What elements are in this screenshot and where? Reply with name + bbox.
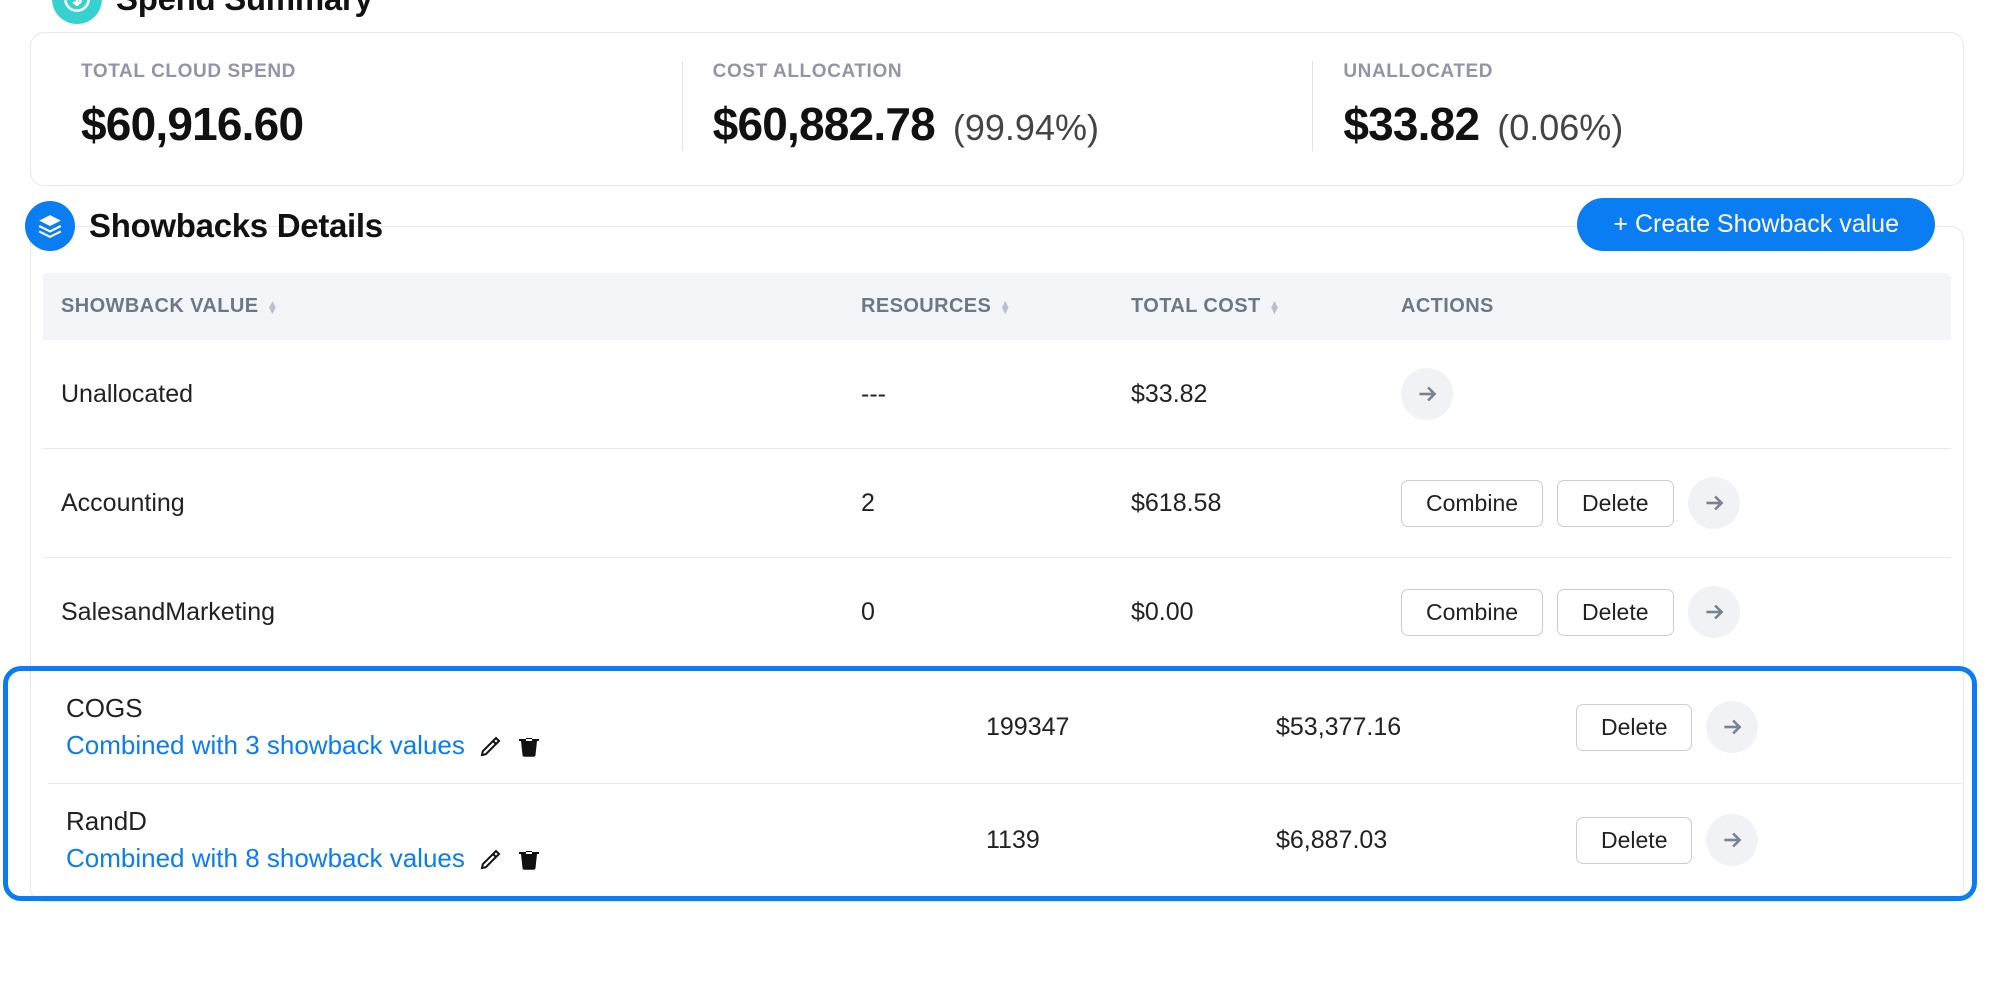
dollar-icon bbox=[52, 0, 102, 24]
metric-label: UNALLOCATED bbox=[1343, 61, 1913, 83]
row-details-button[interactable] bbox=[1688, 586, 1740, 638]
metric-value: $60,882.78 bbox=[713, 97, 935, 151]
combined-subtext-link[interactable]: Combined with 8 showback values bbox=[66, 843, 465, 874]
table-header-row: SHOWBACK VALUE ▲▼ RESOURCES ▲▼ TOTAL COS… bbox=[43, 273, 1951, 340]
table-row: COGS Combined with 3 showback values 199… bbox=[48, 671, 1962, 784]
create-showback-button[interactable]: + Create Showback value bbox=[1577, 198, 1935, 251]
metric-percentage: (99.94%) bbox=[953, 107, 1099, 149]
cell-total-cost: $6,887.03 bbox=[1276, 826, 1576, 855]
column-header-resources[interactable]: RESOURCES ▲▼ bbox=[861, 295, 1131, 318]
delete-button[interactable]: Delete bbox=[1557, 480, 1673, 527]
row-details-button[interactable] bbox=[1688, 477, 1740, 529]
row-details-button[interactable] bbox=[1706, 814, 1758, 866]
column-header-showback[interactable]: SHOWBACK VALUE ▲▼ bbox=[61, 295, 861, 318]
showbacks-header: Showbacks Details bbox=[25, 201, 383, 251]
row-details-button[interactable] bbox=[1401, 368, 1453, 420]
cell-total-cost: $53,377.16 bbox=[1276, 713, 1576, 742]
cell-total-cost: $0.00 bbox=[1131, 598, 1401, 627]
cell-showback-name: COGS bbox=[66, 693, 143, 724]
spend-summary-card: TOTAL CLOUD SPEND $60,916.60 COST ALLOCA… bbox=[30, 32, 1964, 186]
trash-icon bbox=[517, 847, 541, 871]
cell-showback-name: RandD bbox=[66, 806, 147, 837]
stack-icon bbox=[25, 201, 75, 251]
sort-icon: ▲▼ bbox=[266, 301, 278, 313]
sort-icon: ▲▼ bbox=[1269, 301, 1281, 313]
cell-total-cost: $618.58 bbox=[1131, 489, 1401, 518]
metric-total-cloud-spend: TOTAL CLOUD SPEND $60,916.60 bbox=[51, 61, 682, 151]
edit-button[interactable] bbox=[479, 847, 503, 871]
cell-resources: --- bbox=[861, 380, 1131, 409]
table-row: Accounting 2 $618.58 Combine Delete bbox=[43, 449, 1951, 558]
edit-button[interactable] bbox=[479, 734, 503, 758]
column-header-label: SHOWBACK VALUE bbox=[61, 295, 258, 318]
arrow-right-icon bbox=[1414, 381, 1440, 407]
column-header-label: RESOURCES bbox=[861, 295, 991, 318]
combined-subtext-link[interactable]: Combined with 3 showback values bbox=[66, 730, 465, 761]
metric-label: COST ALLOCATION bbox=[713, 61, 1283, 83]
delete-button[interactable]: Delete bbox=[1557, 589, 1673, 636]
cell-showback-name: Unallocated bbox=[61, 380, 861, 409]
arrow-right-icon bbox=[1701, 599, 1727, 625]
arrow-right-icon bbox=[1719, 827, 1745, 853]
metric-percentage: (0.06%) bbox=[1497, 107, 1623, 149]
combine-button[interactable]: Combine bbox=[1401, 589, 1543, 636]
arrow-right-icon bbox=[1701, 490, 1727, 516]
trash-button[interactable] bbox=[517, 734, 541, 758]
spend-summary-header: Spend Summary bbox=[52, 0, 1964, 28]
showbacks-title: Showbacks Details bbox=[89, 207, 383, 245]
arrow-right-icon bbox=[1719, 714, 1745, 740]
column-header-cost[interactable]: TOTAL COST ▲▼ bbox=[1131, 295, 1401, 318]
cell-showback-name: Accounting bbox=[61, 489, 861, 518]
cell-showback-name: SalesandMarketing bbox=[61, 598, 861, 627]
cell-total-cost: $33.82 bbox=[1131, 380, 1401, 409]
column-header-actions: ACTIONS bbox=[1401, 295, 1933, 318]
metric-label: TOTAL CLOUD SPEND bbox=[81, 61, 652, 83]
table-row: SalesandMarketing 0 $0.00 Combine Delete bbox=[43, 558, 1951, 666]
trash-icon bbox=[517, 734, 541, 758]
delete-button[interactable]: Delete bbox=[1576, 817, 1692, 864]
delete-button[interactable]: Delete bbox=[1576, 704, 1692, 751]
combined-rows-highlight: COGS Combined with 3 showback values 199… bbox=[3, 666, 1977, 901]
table-row: RandD Combined with 8 showback values 11… bbox=[48, 784, 1962, 896]
showbacks-table: SHOWBACK VALUE ▲▼ RESOURCES ▲▼ TOTAL COS… bbox=[30, 251, 1964, 902]
cell-resources: 2 bbox=[861, 489, 1131, 518]
metric-value: $33.82 bbox=[1343, 97, 1479, 151]
cell-resources: 0 bbox=[861, 598, 1131, 627]
pencil-icon bbox=[479, 847, 503, 871]
metric-unallocated: UNALLOCATED $33.82 (0.06%) bbox=[1312, 61, 1943, 151]
row-details-button[interactable] bbox=[1706, 701, 1758, 753]
cell-resources: 1139 bbox=[986, 826, 1276, 855]
sort-icon: ▲▼ bbox=[999, 301, 1011, 313]
metric-value: $60,916.60 bbox=[81, 97, 303, 151]
combine-button[interactable]: Combine bbox=[1401, 480, 1543, 527]
column-header-label: TOTAL COST bbox=[1131, 295, 1261, 318]
column-header-label: ACTIONS bbox=[1401, 295, 1494, 318]
cell-resources: 199347 bbox=[986, 713, 1276, 742]
metric-cost-allocation: COST ALLOCATION $60,882.78 (99.94%) bbox=[682, 61, 1313, 151]
pencil-icon bbox=[479, 734, 503, 758]
trash-button[interactable] bbox=[517, 847, 541, 871]
table-row: Unallocated --- $33.82 bbox=[43, 340, 1951, 449]
spend-summary-title: Spend Summary bbox=[116, 0, 373, 18]
